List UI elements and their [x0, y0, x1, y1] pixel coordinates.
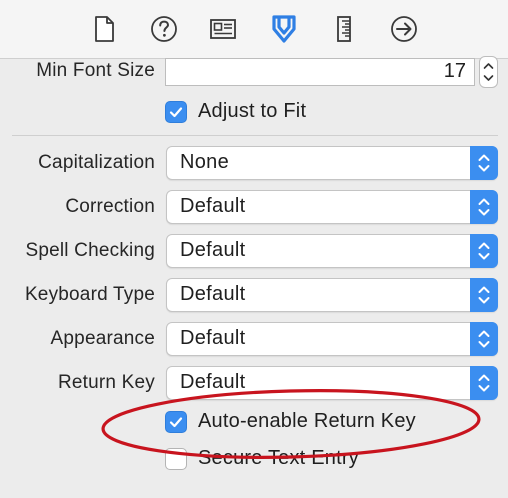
keyboard-type-value: Default	[180, 283, 246, 305]
capitalization-label: Capitalization	[38, 152, 155, 173]
auto-enable-return-key-checkbox[interactable]	[165, 411, 187, 433]
help-icon[interactable]	[148, 13, 180, 45]
capitalization-value: None	[180, 151, 230, 173]
size-icon[interactable]	[328, 13, 360, 45]
updown-chevron-icon	[470, 146, 498, 180]
appearance-popup[interactable]: Default	[166, 322, 498, 356]
auto-enable-return-key-label: Auto-enable Return Key	[198, 410, 416, 432]
file-icon[interactable]	[88, 13, 120, 45]
secure-text-entry-label: Secure Text Entry	[198, 447, 359, 469]
spell-checking-label: Spell Checking	[25, 240, 155, 261]
updown-chevron-icon	[470, 234, 498, 268]
adjust-to-fit-label: Adjust to Fit	[198, 100, 307, 122]
secure-text-entry-checkbox[interactable]	[165, 448, 187, 470]
capitalization-popup[interactable]: None	[166, 146, 498, 180]
correction-label: Correction	[65, 196, 155, 217]
spell-checking-popup[interactable]: Default	[166, 234, 498, 268]
min-font-size-field[interactable]: 17	[165, 58, 475, 86]
keyboard-type-label: Keyboard Type	[24, 284, 155, 305]
connections-icon[interactable]	[388, 13, 420, 45]
adjust-to-fit-checkbox[interactable]	[165, 101, 187, 123]
updown-chevron-icon	[470, 322, 498, 356]
updown-chevron-icon	[470, 190, 498, 224]
updown-chevron-icon	[470, 366, 498, 400]
attributes-inspector: Min Font Size 17 Adjust to Fit Capitaliz…	[0, 0, 508, 498]
min-font-size-value: 17	[443, 60, 466, 82]
inspector-toolbar	[0, 0, 508, 59]
spell-checking-value: Default	[180, 239, 246, 261]
min-font-size-label: Min Font Size	[36, 60, 155, 81]
keyboard-type-popup[interactable]: Default	[166, 278, 498, 312]
identity-icon[interactable]	[207, 13, 239, 45]
min-font-size-stepper[interactable]	[479, 56, 498, 88]
return-key-popup[interactable]: Default	[166, 366, 498, 400]
return-key-value: Default	[180, 371, 246, 393]
appearance-label: Appearance	[50, 328, 155, 349]
correction-popup[interactable]: Default	[166, 190, 498, 224]
return-key-label: Return Key	[57, 372, 155, 393]
updown-chevron-icon	[470, 278, 498, 312]
correction-value: Default	[180, 195, 246, 217]
attributes-icon[interactable]	[268, 13, 300, 45]
section-divider	[12, 135, 498, 136]
appearance-value: Default	[180, 327, 246, 349]
